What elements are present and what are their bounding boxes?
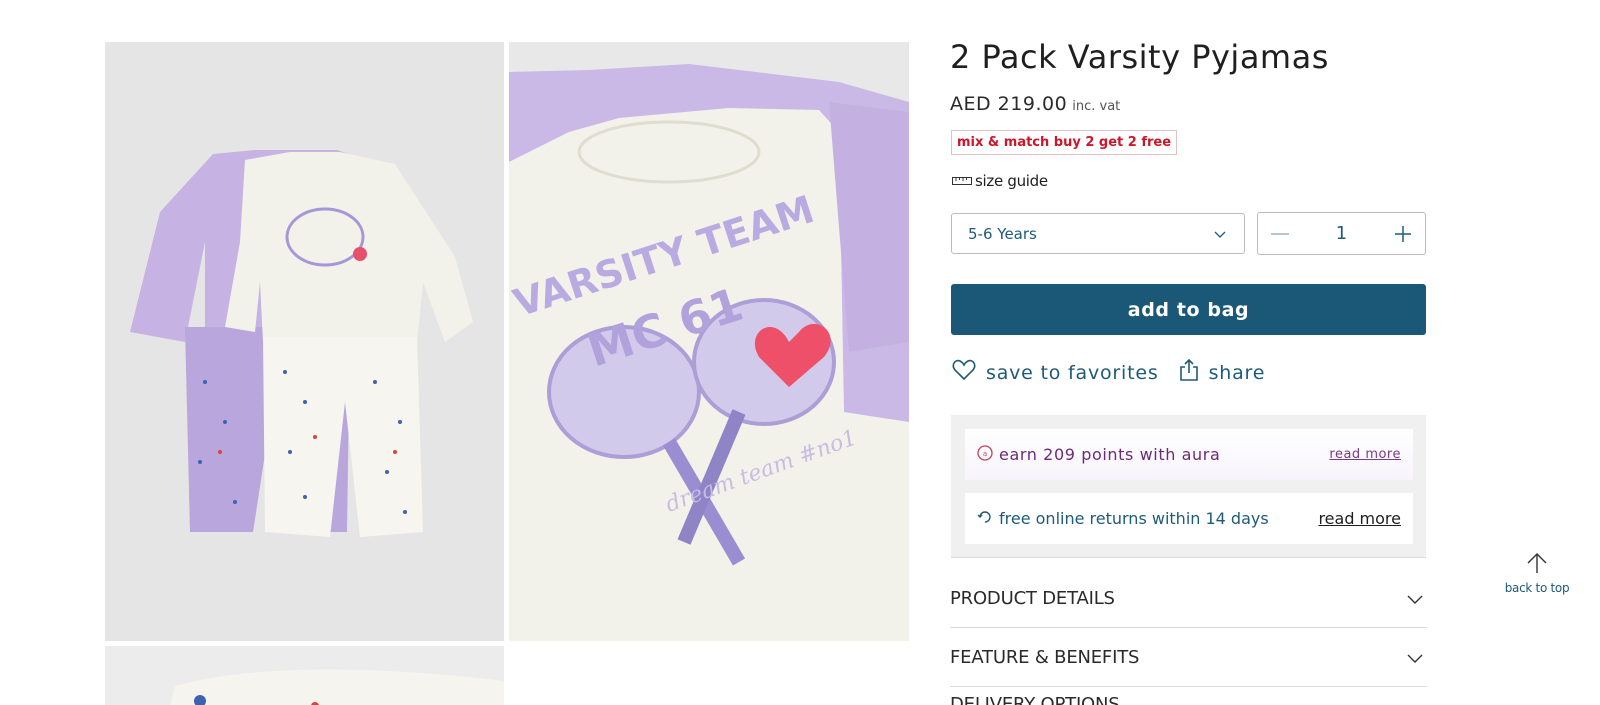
vat-label: inc. vat xyxy=(1072,99,1121,114)
size-select-value: 5-6 Years xyxy=(968,224,1037,243)
size-select[interactable]: 5-6 Years xyxy=(951,213,1245,254)
product-price: AED 219.00 xyxy=(950,93,1068,115)
product-title: 2 Pack Varsity Pyjamas xyxy=(950,38,1329,76)
returns-icon xyxy=(977,509,993,529)
info-box: a earn 209 points with aura read more fr… xyxy=(951,415,1426,558)
accordion-feature-benefits[interactable]: FEATURE & BENEFITS xyxy=(950,629,1427,687)
share-button[interactable]: share xyxy=(1179,358,1266,387)
quantity-stepper: 1 xyxy=(1257,212,1426,255)
minus-icon[interactable] xyxy=(1270,224,1290,244)
aura-icon: a xyxy=(977,444,993,465)
aura-read-more-link[interactable]: read more xyxy=(1329,447,1401,462)
aura-points-text: earn 209 points with aura xyxy=(999,445,1221,464)
add-to-bag-button[interactable]: add to bag xyxy=(951,284,1426,335)
chevron-down-icon xyxy=(1214,225,1226,243)
save-to-favorites-label: save to favorites xyxy=(986,361,1159,384)
returns-read-more-link[interactable]: read more xyxy=(1318,509,1401,528)
plus-icon[interactable] xyxy=(1393,224,1413,244)
aura-points-row: a earn 209 points with aura read more xyxy=(965,429,1413,480)
returns-text: free online returns within 14 days xyxy=(999,509,1269,528)
share-label: share xyxy=(1208,361,1266,384)
accordion-product-details[interactable]: PRODUCT DETAILS xyxy=(950,570,1427,628)
product-actions: save to favorites share xyxy=(952,358,1265,387)
size-guide-label: size guide xyxy=(975,172,1048,190)
product-image-print-closeup[interactable]: VARSITY TEAM MC 61 dream team #no1 xyxy=(509,42,909,641)
promo-badge[interactable]: mix & match buy 2 get 2 free xyxy=(951,130,1178,155)
accordion-delivery-options[interactable]: DELIVERY OPTIONS xyxy=(950,688,1427,705)
svg-text:a: a xyxy=(983,450,987,458)
save-to-favorites-button[interactable]: save to favorites xyxy=(952,359,1159,386)
price-row: AED 219.00 inc. vat xyxy=(950,93,1120,115)
chevron-down-icon xyxy=(1407,589,1423,608)
accordion-title: FEATURE & BENEFITS xyxy=(950,647,1140,668)
accordion-title: DELIVERY OPTIONS xyxy=(950,694,1120,705)
chevron-down-icon xyxy=(1407,648,1423,667)
back-to-top-button[interactable]: back to top xyxy=(1502,552,1572,595)
share-icon xyxy=(1179,358,1199,387)
accordion-title: PRODUCT DETAILS xyxy=(950,588,1115,609)
quantity-value[interactable]: 1 xyxy=(1336,223,1347,244)
product-image-pants-detail[interactable] xyxy=(105,646,504,705)
product-image-full-set[interactable] xyxy=(105,42,504,641)
heart-icon xyxy=(952,359,976,386)
size-guide-link[interactable]: size guide xyxy=(952,172,1048,190)
back-to-top-label: back to top xyxy=(1504,581,1570,595)
ruler-icon xyxy=(952,172,972,190)
returns-row: free online returns within 14 days read … xyxy=(965,493,1413,544)
product-gallery: VARSITY TEAM MC 61 dream team #no1 xyxy=(105,42,910,705)
arrow-up-icon xyxy=(1526,552,1548,578)
